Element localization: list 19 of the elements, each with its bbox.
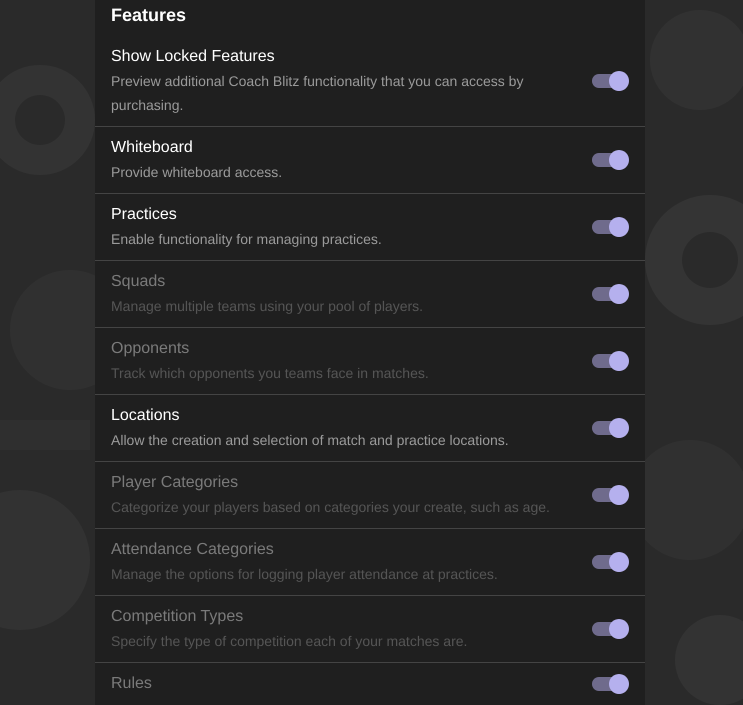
feature-title: Squads (111, 272, 166, 292)
feature-title: Opponents (111, 339, 190, 359)
feature-description: Allow the creation and selection of match and practice locations. (111, 431, 510, 450)
feature-title: Player Categories (111, 473, 240, 493)
feature-title: Attendance Categories (111, 540, 275, 560)
feature-description: Preview additional Coach Blitz functionality that you can access by purchasing. (111, 72, 524, 115)
toggle-switch[interactable] (592, 150, 629, 170)
feature-title: Rules (111, 674, 153, 694)
toggle-switch[interactable] (592, 418, 629, 438)
feature-title: Practices (111, 205, 178, 225)
feature-title: Whiteboard (111, 138, 194, 158)
feature-description: Enable functionality for managing practices. (111, 230, 383, 249)
section-title: Features (110, 4, 188, 27)
toggle-switch[interactable] (592, 217, 629, 237)
feature-title: Show Locked Features (111, 47, 276, 67)
toggle-switch[interactable] (592, 71, 629, 91)
feature-title: Competition Types (111, 607, 244, 627)
feature-title: Locations (111, 406, 180, 426)
feature-description: Provide whiteboard access. (111, 163, 284, 182)
